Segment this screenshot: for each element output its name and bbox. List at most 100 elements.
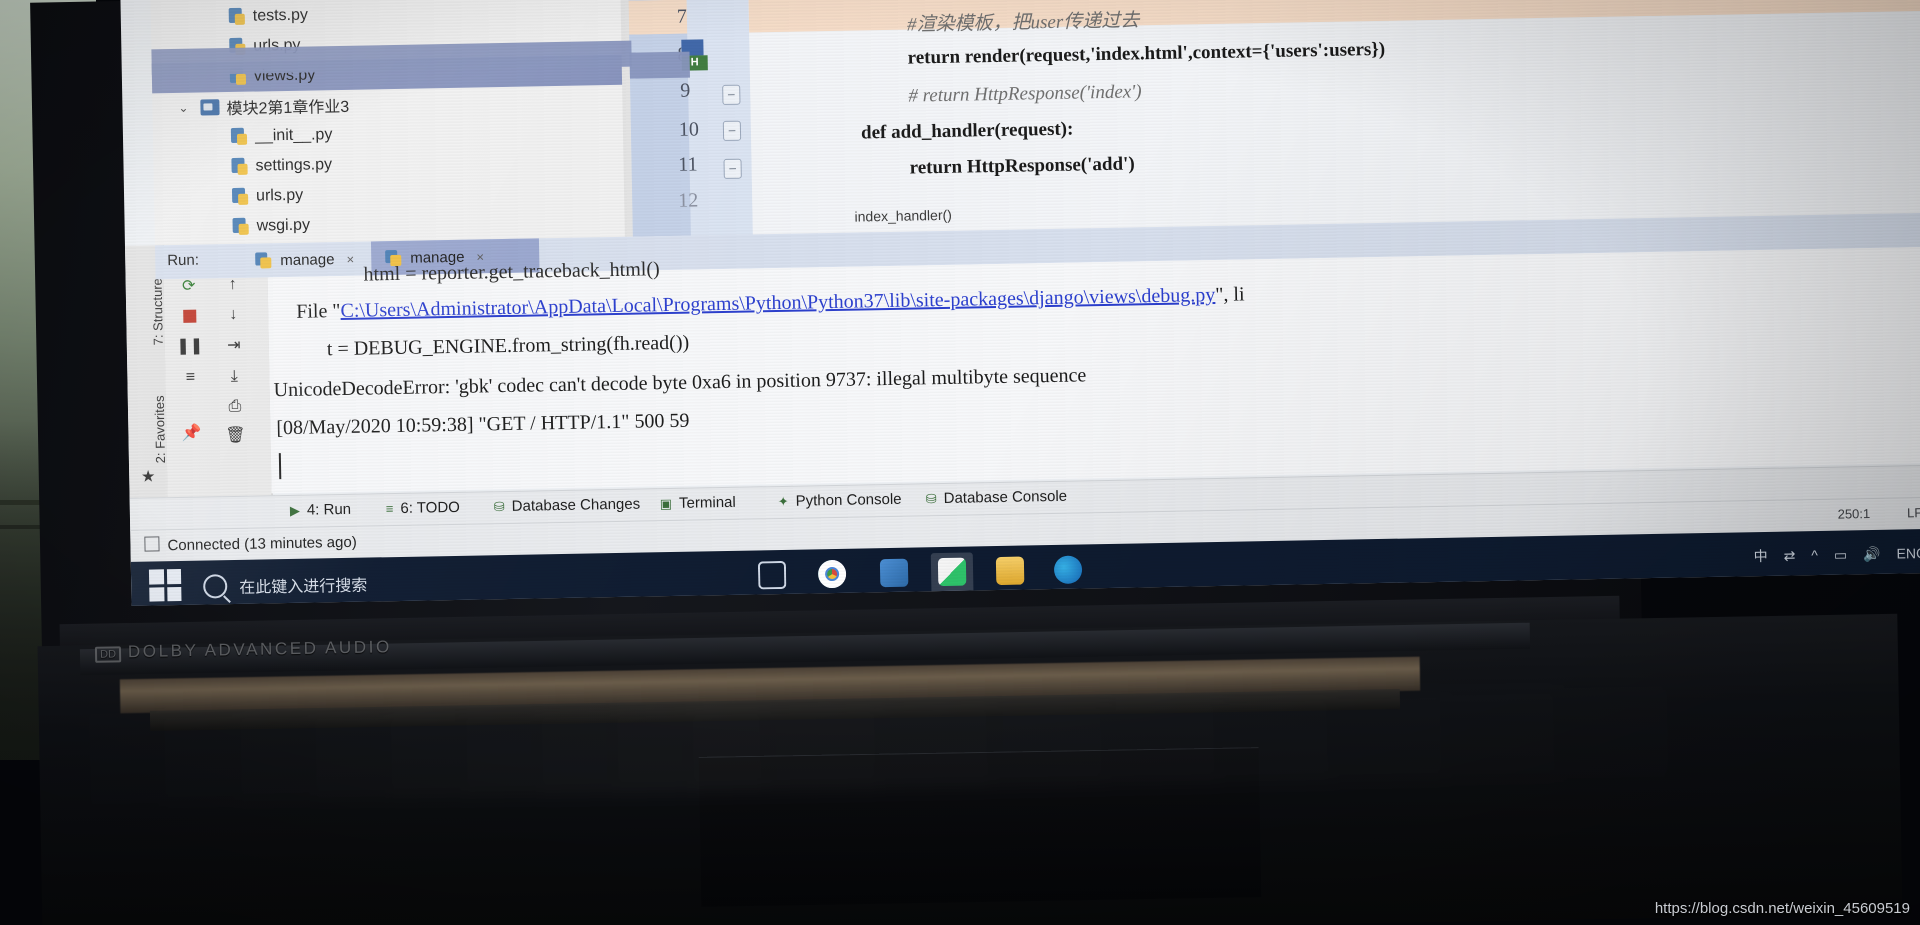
project-tool-window[interactable]: models.pytests.pyurls.pyviews.py⌄模块2第1章作… <box>149 0 634 265</box>
tree-item-label: settings.py <box>255 156 333 175</box>
python-icon <box>255 252 272 269</box>
tool-window-label: Python Console <box>795 490 902 510</box>
down-icon[interactable]: ↓ <box>220 302 246 328</box>
code-line-9[interactable]: # return HttpResponse('index') <box>908 81 1142 107</box>
print-icon[interactable]: ⎙ <box>222 394 248 420</box>
run-console-output[interactable]: html = reporter.get_traceback_html() Fil… <box>267 246 1920 494</box>
python-file-icon <box>232 217 249 236</box>
file-explorer-icon-glyph <box>995 556 1025 586</box>
fold-marker-line-11[interactable]: – <box>723 158 742 179</box>
ime-indicator[interactable]: 中 <box>1753 546 1767 566</box>
dolby-logo-icon: DD <box>94 646 122 663</box>
chevron-down-icon[interactable]: ⌄ <box>178 101 194 115</box>
console-line-request: [08/May/2020 10:59:38] "GET / HTTP/1.1" … <box>276 409 690 440</box>
tool-window-label: Terminal <box>678 493 736 512</box>
scroll-end-icon[interactable]: ⤓ <box>221 364 247 390</box>
pause-icon[interactable]: ❚❚ <box>176 333 203 359</box>
tree-item-label: __init__.py <box>254 126 333 145</box>
console-line-2: t = DEBUG_ENGINE.from_string(fh.read()) <box>326 331 690 361</box>
task-view-icon[interactable] <box>751 556 794 597</box>
run-tab-label: manage <box>280 250 335 269</box>
volume-icon[interactable]: 🔊 <box>1863 545 1881 562</box>
edge-icon[interactable] <box>1047 550 1090 591</box>
pycharm-icon-glyph <box>937 557 967 587</box>
fold-marker-line-10[interactable]: – <box>722 120 742 141</box>
run-actions-toolbar[interactable]: ⟳ ↑ ↓ ❚❚ ⇥ ≡ ⤓ ⎙ 📌 🗑 <box>163 263 273 498</box>
run-icon: ▶ <box>289 502 300 518</box>
system-tray[interactable]: 中 ⇄ ^ ▭ 🔊 ENG <box>1753 543 1920 566</box>
tree-item-label: tests.py <box>252 6 309 25</box>
tool-window-6-todo[interactable]: ≡ 6: TODO <box>386 499 460 517</box>
line-separator[interactable]: LF <box>1907 505 1920 520</box>
tool-window-database-changes[interactable]: ⛁ Database Changes <box>494 496 641 516</box>
tool-window-label: Database Console <box>943 487 1068 507</box>
connection-icon <box>144 536 160 552</box>
search-icon <box>203 574 228 599</box>
star-icon[interactable]: ★ <box>135 463 161 489</box>
taskbar-search[interactable]: 在此键入进行搜索 <box>203 562 554 604</box>
pin-icon[interactable]: 📌 <box>178 420 204 446</box>
tool-window-label: 4: Run <box>306 500 352 519</box>
python-icon: ✦ <box>777 493 789 509</box>
trash-icon[interactable]: 🗑 <box>222 422 248 448</box>
pycharm-icon[interactable] <box>930 552 974 597</box>
console-file-suffix: ", li <box>1215 283 1245 306</box>
wrap-icon[interactable]: ⇥ <box>221 332 247 358</box>
tree-item-label: 模块2第1章作业3 <box>226 98 350 119</box>
laptop-screen: models.pytests.pyurls.pyviews.py⌄模块2第1章作… <box>120 0 1920 606</box>
close-icon[interactable]: × <box>346 251 354 266</box>
todo-icon: ≡ <box>385 501 394 517</box>
left-tool-rail[interactable]: 7: Structure 2: Favorites ★ <box>124 245 169 498</box>
terminal-icon: ▣ <box>659 495 673 511</box>
code-line-7[interactable]: #渲染模板，把user传递过去 <box>907 5 1140 36</box>
chevron-up-icon[interactable]: ^ <box>1811 547 1818 563</box>
console-line-0: html = reporter.get_traceback_html() <box>363 258 660 286</box>
battery-icon[interactable]: ▭ <box>1834 546 1848 563</box>
connection-status-label: Connected (13 minutes ago) <box>167 533 357 555</box>
watermark: https://blog.csdn.net/weixin_45609519 <box>1654 900 1910 917</box>
chrome-icon[interactable] <box>811 555 854 596</box>
chrome-icon-glyph <box>817 559 847 589</box>
code-line-11[interactable]: return HttpResponse('add') <box>909 153 1134 179</box>
tool-window-label: 6: TODO <box>400 498 461 517</box>
tool-window-terminal[interactable]: ▣ Terminal <box>660 494 736 512</box>
tree-item-label: urls.py <box>255 186 304 205</box>
console-caret <box>278 453 282 480</box>
tree-item-label: wsgi.py <box>256 216 311 235</box>
editor-gutter[interactable]: 6 7 8 9 10 11 12 H – – – <box>627 0 753 237</box>
tool-window-python-console[interactable]: ✦ Python Console <box>778 491 902 510</box>
wechat-icon[interactable] <box>873 554 916 595</box>
python-file-icon <box>229 7 246 26</box>
fold-marker-line-9[interactable]: – <box>722 84 741 105</box>
console-line-1[interactable]: File "C:\Users\Administrator\AppData\Loc… <box>296 283 1245 323</box>
line-number-12: 12 <box>678 189 699 212</box>
task-view-icon-glyph <box>758 561 787 590</box>
line-number-11: 11 <box>678 153 698 176</box>
language-indicator[interactable]: ENG <box>1896 545 1920 562</box>
code-line-10[interactable]: def add_handler(request): <box>861 119 1074 145</box>
run-tab-manage-1[interactable]: manage × <box>241 242 368 278</box>
traceback-file-link[interactable]: C:\Users\Administrator\AppData\Local\Pro… <box>340 284 1215 322</box>
soft-wrap-icon[interactable]: ≡ <box>177 365 203 391</box>
stop-icon[interactable] <box>176 303 202 329</box>
python-file-icon <box>232 187 249 206</box>
photo-scene: models.pytests.pyurls.pyviews.py⌄模块2第1章作… <box>0 0 1920 925</box>
file-explorer-icon[interactable] <box>989 551 1032 592</box>
tool-window-database-console[interactable]: ⛁ Database Console <box>926 488 1068 508</box>
connection-status[interactable]: Connected (13 minutes ago) <box>144 533 357 555</box>
console-file-prefix: File " <box>296 300 341 323</box>
breadcrumb[interactable]: index_handler() <box>854 207 952 225</box>
network-icon[interactable]: ⇄ <box>1783 547 1795 564</box>
code-line-8[interactable]: return render(request,'index.html',conte… <box>907 39 1385 70</box>
code-editor[interactable]: #获取所有的user对象 users=User.objects.all() #渲… <box>747 0 1920 235</box>
folder-icon <box>200 99 220 116</box>
database-icon: ⛁ <box>493 498 505 514</box>
run-label: Run: <box>167 251 200 270</box>
console-line-error: UnicodeDecodeError: 'gbk' codec can't de… <box>273 364 1087 402</box>
dolby-badge-label: DOLBY ADVANCED AUDIO <box>127 637 392 662</box>
search-placeholder: 在此键入进行搜索 <box>239 577 368 597</box>
start-button[interactable] <box>148 568 188 606</box>
tool-window-label: Database Changes <box>511 495 641 515</box>
tool-window-4-run[interactable]: ▶ 4: Run <box>289 500 352 519</box>
caret-position[interactable]: 250:1 <box>1838 506 1871 522</box>
